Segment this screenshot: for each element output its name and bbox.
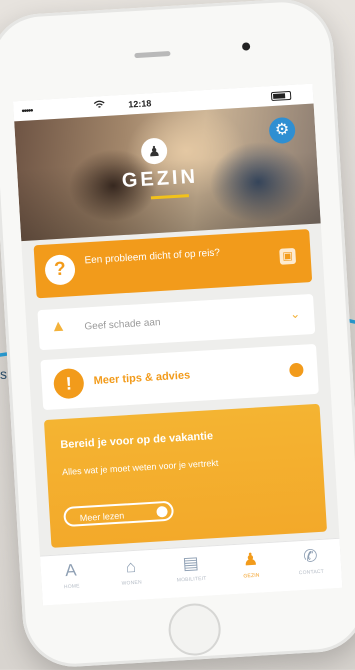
tips-card[interactable]: ! Meer tips & advies [40,343,319,411]
question-card-text: Een probleem dicht of op reis? [84,247,221,267]
question-icon: ? [44,254,76,286]
tab-gezin[interactable]: ♟ GEZIN [220,542,283,595]
tips-card-text: Meer tips & advies [93,369,191,388]
signal-indicator: ••••• [21,105,33,116]
tab-home[interactable]: A HOME [40,553,103,605]
lightbulb-icon: ! [52,367,85,400]
damage-card[interactable]: ▲ Geef schade aan ⌄ [37,293,316,351]
annotation-label: s [0,366,7,382]
read-more-button[interactable]: Meer lezen [63,500,175,528]
tab-label: WONEN [121,579,142,587]
damage-card-text: Geef schade aan [84,317,161,333]
status-time: 12:18 [128,98,152,110]
promo-title: Bereid je voor op de vakantie [60,430,214,452]
car-crash-icon: ▲ [49,317,67,336]
chevron-down-icon: ⌄ [289,306,301,322]
tab-wonen[interactable]: ⌂ WONEN [100,549,163,602]
home-logo-icon: A [64,560,78,581]
hero-banner: ♟ GEZIN ⚙ [14,103,321,242]
promo-subtitle: Alles wat je moet weten voor je vertrekt [61,457,219,478]
app-screen: ••••• 12:18 ♟ GEZIN ⚙ ? Een probleem dic… [12,83,343,606]
phone-mockup: ••••• 12:18 ♟ GEZIN ⚙ ? Een probleem dic… [0,0,355,670]
tab-label: CONTACT [298,568,325,577]
hero-title: GEZIN [121,165,199,193]
tab-label: MOBILITEIT [176,575,207,584]
question-card[interactable]: ? Een probleem dicht of op reis? ▣ [33,229,313,299]
phone-icon: ✆ [302,546,319,566]
wifi-icon [93,100,106,112]
tips-badge [289,362,304,378]
tab-mobiliteit[interactable]: ▤ MOBILITEIT [160,546,223,599]
promo-card: Bereid je voor op de vakantie Alles wat … [43,403,328,548]
family-icon: ♟ [242,549,259,570]
car-icon: ▤ [182,553,200,574]
clipboard-icon[interactable]: ▣ [279,247,297,265]
battery-icon [270,90,292,102]
tab-contact[interactable]: ✆ CONTACT [280,539,343,592]
tab-label: HOME [63,583,80,591]
house-icon: ⌂ [125,556,137,577]
tab-label: GEZIN [243,572,260,580]
